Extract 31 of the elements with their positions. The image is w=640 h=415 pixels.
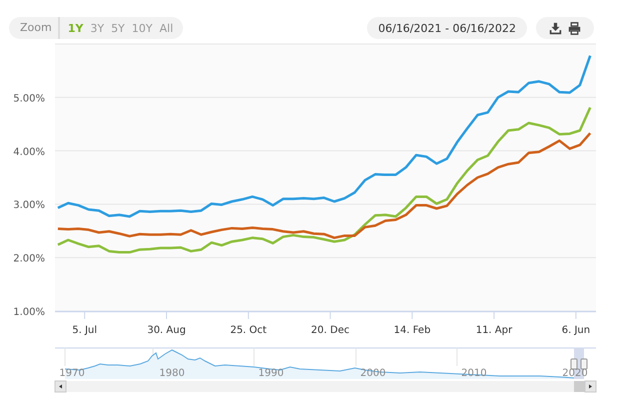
range-handle[interactable] (570, 358, 578, 370)
scrollbar-thumb[interactable] (574, 381, 585, 392)
range-button[interactable]: 3Y (88, 22, 106, 34)
print-icon[interactable] (568, 22, 581, 34)
year-label: 2000 (360, 368, 386, 379)
x-axis-label: 14. Feb (394, 325, 431, 336)
range-button[interactable]: 10Y (130, 22, 154, 34)
year-label: 1970 (59, 368, 85, 379)
range-button[interactable]: 1Y (66, 22, 86, 34)
x-axis-label: 25. Oct (230, 325, 267, 336)
zoom-label: Zoom (20, 17, 60, 39)
range-button[interactable]: 5Y (109, 22, 127, 34)
scroll-right-button[interactable] (584, 380, 596, 392)
x-axis-label: 11. Apr (476, 325, 512, 336)
x-axis-label: 5. Jul (72, 325, 98, 336)
scroll-left-button[interactable] (54, 380, 66, 392)
y-axis-label: 2.00% (13, 254, 45, 265)
y-axis-label: 5.00% (13, 93, 45, 104)
x-axis-label: 6. Jun (562, 325, 590, 336)
y-axis-label: 1.00% (13, 307, 45, 318)
x-axis-label: 20. Dec (311, 325, 350, 336)
year-label: 1990 (258, 368, 284, 379)
y-axis-label: 3.00% (13, 200, 45, 212)
year-label: 1980 (159, 368, 185, 379)
year-label: 2020 (562, 368, 588, 379)
download-icon[interactable] (549, 22, 562, 34)
range-button[interactable]: All (158, 22, 176, 34)
x-axis-label: 30. Aug (147, 325, 186, 336)
y-axis-label: 4.00% (13, 146, 45, 158)
range-handle[interactable] (580, 358, 588, 370)
date-range-button[interactable]: 06/16/2021 - 06/16/2022 (367, 17, 527, 39)
